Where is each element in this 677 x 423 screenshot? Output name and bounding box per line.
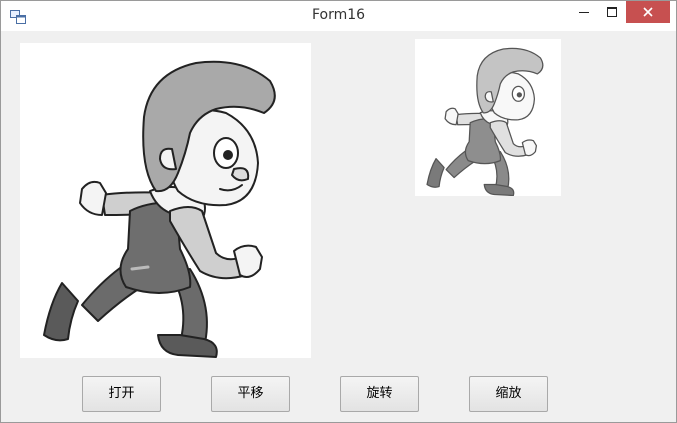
picture-box-small — [415, 39, 561, 196]
title-bar[interactable]: Form16 — [1, 1, 676, 31]
scale-button[interactable]: 缩放 — [469, 376, 548, 412]
picture-box-main — [20, 43, 311, 358]
maximize-button[interactable] — [598, 1, 626, 23]
rotate-button[interactable]: 旋转 — [340, 376, 419, 412]
form-client-area: 打开 平移 旋转 缩放 — [1, 31, 676, 422]
minimize-button[interactable] — [568, 1, 598, 23]
cartoon-boy-image-small — [426, 47, 544, 196]
translate-button[interactable]: 平移 — [211, 376, 290, 412]
close-button[interactable] — [626, 1, 670, 23]
close-icon — [643, 7, 653, 17]
form-window: Form16 打开 平移 旋转 缩放 — [0, 0, 677, 423]
cartoon-boy-image — [43, 60, 276, 358]
open-button[interactable]: 打开 — [82, 376, 161, 412]
